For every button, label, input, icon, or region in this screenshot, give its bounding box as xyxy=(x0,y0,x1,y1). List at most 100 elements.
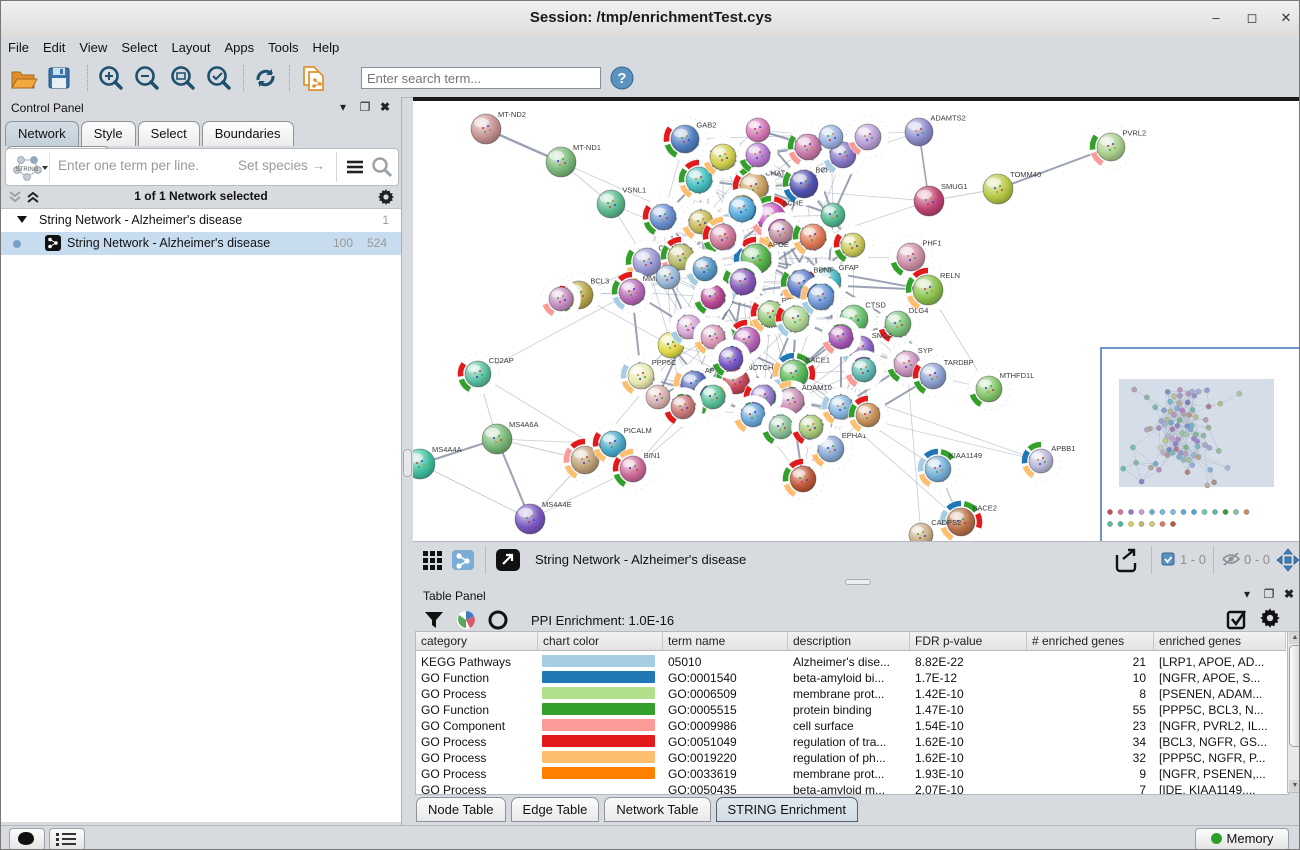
zoom-fit-button[interactable] xyxy=(167,63,199,93)
open-in-new-window-button[interactable] xyxy=(495,548,521,572)
node[interactable] xyxy=(848,395,888,435)
table-cell[interactable]: GO Function xyxy=(416,670,538,686)
network-from-file-button[interactable] xyxy=(297,63,329,93)
table-cell[interactable]: GO Function xyxy=(416,702,538,718)
cytoscape-logo-button[interactable] xyxy=(9,828,45,850)
node[interactable] xyxy=(819,125,843,149)
tab-boundaries[interactable]: Boundaries xyxy=(202,121,294,146)
tab-string-enrichment[interactable]: STRING Enrichment xyxy=(716,797,858,822)
table-cell[interactable]: GO Process xyxy=(416,750,538,766)
table-cell[interactable]: beta-amyloid m... xyxy=(788,782,910,795)
table-cell[interactable]: GO:0006509 xyxy=(663,686,788,702)
node-PVRL2[interactable]: PVRL2 xyxy=(1089,125,1146,169)
table-cell[interactable]: GO Process xyxy=(416,766,538,782)
select-all-button[interactable] xyxy=(1225,607,1249,631)
node[interactable] xyxy=(658,332,684,358)
menu-item-edit[interactable]: Edit xyxy=(36,37,72,57)
table-cell[interactable]: KEGG Pathways xyxy=(416,654,538,670)
enrichment-table[interactable]: categorychart colorterm namedescriptionF… xyxy=(415,631,1289,795)
table-cell[interactable]: GO:0050435 xyxy=(663,782,788,795)
table-cell[interactable]: GO:0051049 xyxy=(663,734,788,750)
node-ADAMTS2[interactable]: ADAMTS2 xyxy=(905,114,966,146)
grid-view-button[interactable] xyxy=(421,549,445,571)
node-KIAA1149[interactable]: KIAA1149 xyxy=(917,448,982,490)
table-cell[interactable]: GO:0005515 xyxy=(663,702,788,718)
scroll-down-icon[interactable]: ▼ xyxy=(1289,780,1300,792)
table-cell[interactable]: [NGFR, APOE, S... xyxy=(1154,670,1286,686)
open-session-button[interactable] xyxy=(7,63,39,93)
table-cell[interactable]: 1.42E-10 xyxy=(910,686,1027,702)
menu-item-select[interactable]: Select xyxy=(114,37,164,57)
menu-item-view[interactable]: View xyxy=(72,37,114,57)
table-cell[interactable]: [LRP1, APOE, AD... xyxy=(1154,654,1286,670)
refresh-button[interactable] xyxy=(249,63,281,93)
table-cell[interactable]: GO Process xyxy=(416,734,538,750)
save-session-button[interactable] xyxy=(43,63,75,93)
string-query-input[interactable]: Enter one term per line. xyxy=(58,158,199,173)
node-MS4A6A[interactable]: MS4A6A xyxy=(482,420,539,454)
table-cell[interactable]: GO:0009986 xyxy=(663,718,788,734)
table-cell[interactable]: [IDE, KIAA1149,... xyxy=(1154,782,1286,795)
table-cell[interactable]: [NGFR, PSENEN,... xyxy=(1154,766,1286,782)
table-cell[interactable]: beta-amyloid bi... xyxy=(788,670,910,686)
node[interactable] xyxy=(782,458,824,500)
collapse-triangle-icon[interactable] xyxy=(17,214,27,224)
node-MT-ND2[interactable]: MT-ND2 xyxy=(471,110,526,144)
table-cell[interactable]: 1.62E-10 xyxy=(910,750,1027,766)
table-cell[interactable]: 1.93E-10 xyxy=(910,766,1027,782)
memory-button[interactable]: Memory xyxy=(1195,828,1289,850)
table-cell[interactable]: [PSENEN, ADAM... xyxy=(1154,686,1286,702)
node-MS4A4E[interactable]: MS4A4E xyxy=(515,500,572,534)
node-APBB1[interactable]: APBB1 xyxy=(1021,441,1075,481)
table-cell[interactable]: 34 xyxy=(1027,734,1154,750)
horizontal-splitter[interactable] xyxy=(413,577,1300,585)
table-cell[interactable]: GO:0019220 xyxy=(663,750,788,766)
close-button[interactable]: ✕ xyxy=(1273,10,1299,28)
table-scrollbar[interactable]: ▲ ▼ xyxy=(1287,631,1300,793)
table-cell[interactable]: 32 xyxy=(1027,750,1154,766)
table-cell[interactable]: GO:0033619 xyxy=(663,766,788,782)
node-MTHFD1L[interactable]: MTHFD1L xyxy=(968,368,1034,410)
node-CD2AP[interactable]: CD2AP xyxy=(457,353,514,395)
table-cell[interactable]: GO Component xyxy=(416,718,538,734)
table-cell[interactable]: 21 xyxy=(1027,654,1154,670)
node[interactable] xyxy=(656,265,680,289)
node[interactable] xyxy=(746,118,770,142)
node[interactable] xyxy=(821,203,845,227)
zoom-out-button[interactable] xyxy=(131,63,163,93)
node-MS4A4A[interactable]: MS4A4A xyxy=(413,445,462,479)
table-cell[interactable]: GO Process xyxy=(416,686,538,702)
table-cell[interactable]: 7 xyxy=(1027,782,1154,795)
tab-edge-table[interactable]: Edge Table xyxy=(511,797,600,822)
zoom-in-button[interactable] xyxy=(95,63,127,93)
node-MME[interactable]: MME xyxy=(611,271,660,313)
network-overview-button[interactable] xyxy=(451,549,475,571)
column-header--enriched-genes[interactable]: # enriched genes xyxy=(1027,632,1154,651)
table-cell[interactable]: 2.07E-10 xyxy=(910,782,1027,795)
column-header-term-name[interactable]: term name xyxy=(663,632,788,651)
chart-settings-button[interactable] xyxy=(455,609,477,631)
table-cell[interactable]: 1.7E-12 xyxy=(910,670,1027,686)
vertical-splitter-handle[interactable] xyxy=(403,449,412,477)
table-cell[interactable]: 1.47E-10 xyxy=(910,702,1027,718)
table-panel-close-icon[interactable]: ✖ xyxy=(1281,587,1297,601)
table-cell[interactable]: protein binding xyxy=(788,702,910,718)
species-hint[interactable]: Set species → xyxy=(238,158,325,173)
table-cell[interactable]: 1.54E-10 xyxy=(910,718,1027,734)
table-cell[interactable]: [BCL3, NGFR, GS... xyxy=(1154,734,1286,750)
tab-node-table[interactable]: Node Table xyxy=(416,797,506,822)
node-SMUG1[interactable]: SMUG1 xyxy=(914,182,968,216)
table-cell[interactable]: GO:0001540 xyxy=(663,670,788,686)
panel-float-icon[interactable]: ❐ xyxy=(357,100,373,114)
table-cell[interactable]: 23 xyxy=(1027,718,1154,734)
table-cell[interactable]: regulation of tra... xyxy=(788,734,910,750)
node[interactable] xyxy=(833,225,873,265)
column-header-chart-color[interactable]: chart color xyxy=(538,632,663,651)
menu-item-file[interactable]: File xyxy=(1,37,36,57)
column-header-enriched-genes[interactable]: enriched genes xyxy=(1154,632,1286,651)
panel-close-icon[interactable]: ✖ xyxy=(377,100,393,114)
table-cell[interactable]: 8 xyxy=(1027,686,1154,702)
export-network-button[interactable] xyxy=(1113,547,1141,573)
table-panel-float-icon[interactable]: ❐ xyxy=(1261,587,1277,601)
panel-menu-icon[interactable]: ▾ xyxy=(335,100,351,114)
